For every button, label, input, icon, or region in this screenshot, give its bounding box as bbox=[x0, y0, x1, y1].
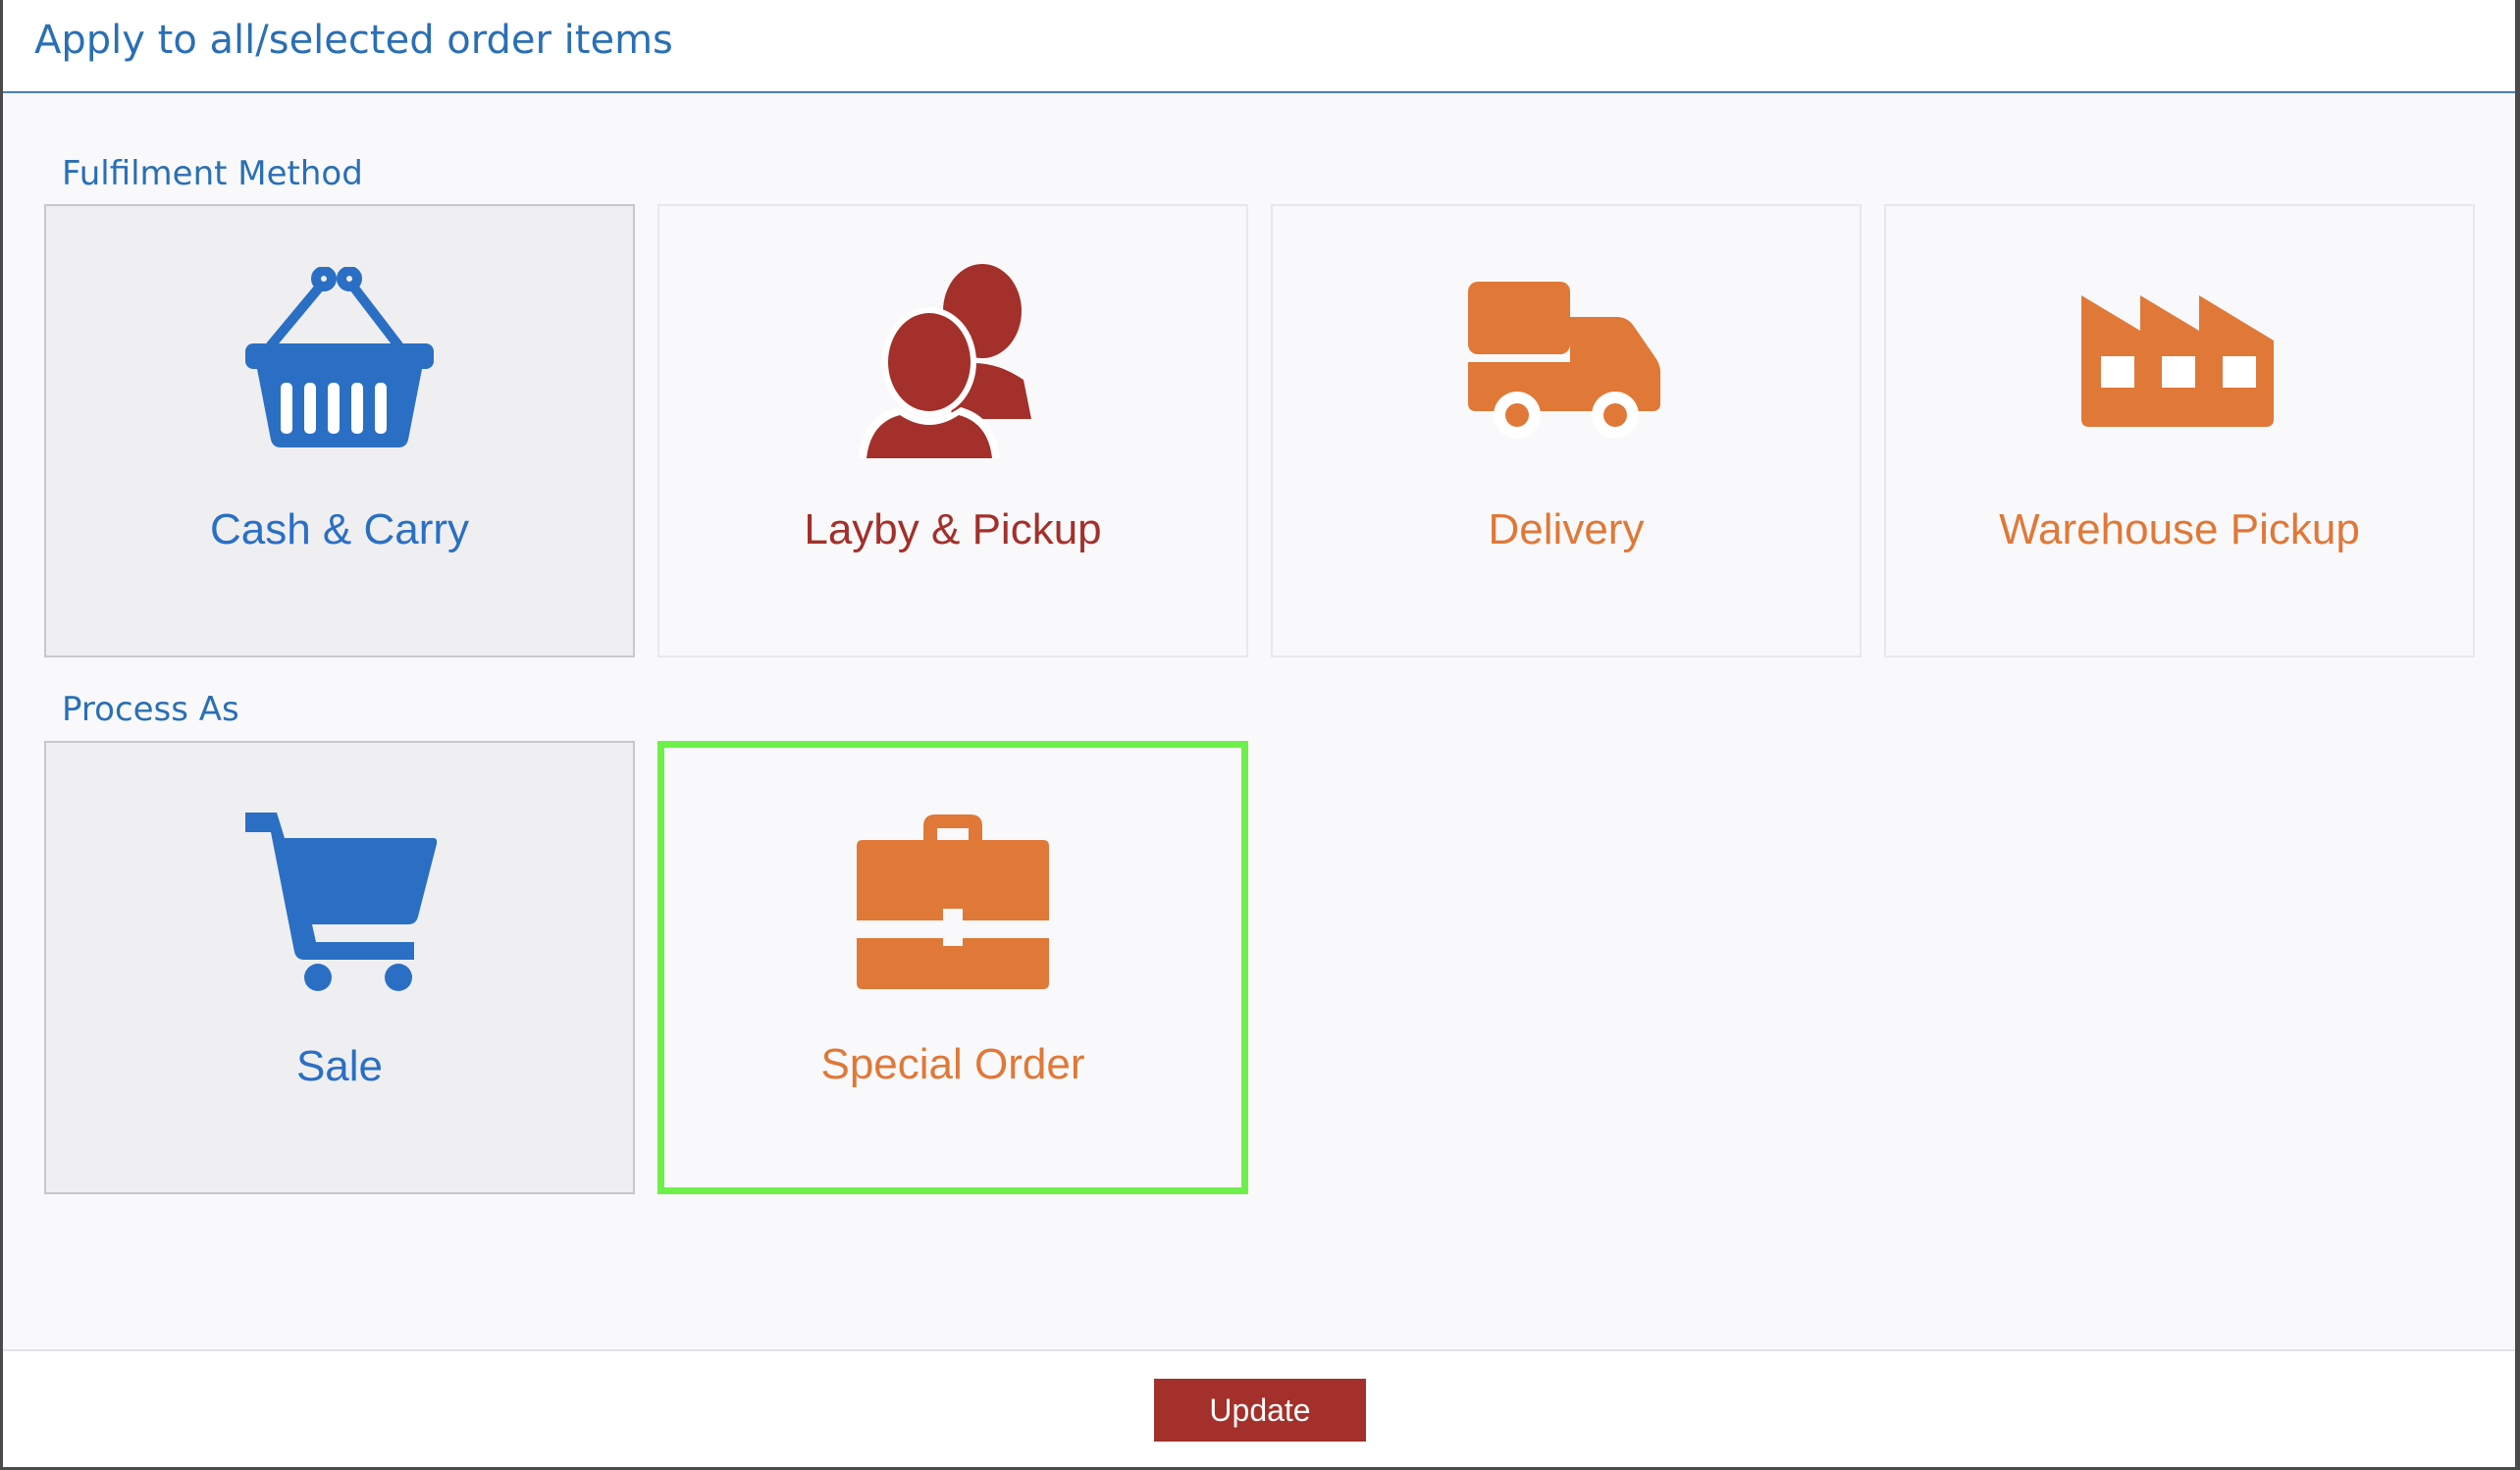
apply-to-items-dialog: Apply to all/selected order items Fulfil… bbox=[3, 0, 2515, 1467]
dialog-header: Apply to all/selected order items bbox=[3, 0, 2515, 93]
process-as-label: Process As bbox=[62, 690, 239, 729]
tile-label: Layby & Pickup bbox=[804, 505, 1102, 553]
truck-icon bbox=[1458, 267, 1674, 453]
tile-label: Cash & Carry bbox=[209, 505, 470, 553]
dialog-title: Apply to all/selected order items bbox=[34, 18, 673, 63]
tile-layby-and-pickup[interactable]: Layby & Pickup bbox=[657, 204, 1248, 657]
update-button[interactable]: Update bbox=[1154, 1379, 1366, 1442]
tile-label: Sale bbox=[295, 1042, 384, 1090]
briefcase-icon bbox=[845, 802, 1061, 989]
dialog-footer: Update bbox=[3, 1349, 2515, 1467]
tile-special-order[interactable]: Special Order bbox=[657, 741, 1248, 1194]
tile-label: Delivery bbox=[1488, 505, 1645, 553]
tile-label: Special Order bbox=[820, 1040, 1085, 1088]
tile-sale[interactable]: Sale bbox=[44, 741, 635, 1194]
basket-icon bbox=[232, 267, 447, 453]
factory-icon bbox=[2072, 267, 2287, 453]
tile-delivery[interactable]: Delivery bbox=[1271, 204, 1862, 657]
cart-icon bbox=[232, 804, 447, 991]
tile-label: Warehouse Pickup bbox=[1999, 505, 2360, 553]
people-icon bbox=[845, 264, 1061, 458]
tile-cash-and-carry[interactable]: Cash & Carry bbox=[44, 204, 635, 657]
fulfilment-method-label: Fulfilment Method bbox=[62, 154, 363, 193]
tile-warehouse-pickup[interactable]: Warehouse Pickup bbox=[1884, 204, 2475, 657]
